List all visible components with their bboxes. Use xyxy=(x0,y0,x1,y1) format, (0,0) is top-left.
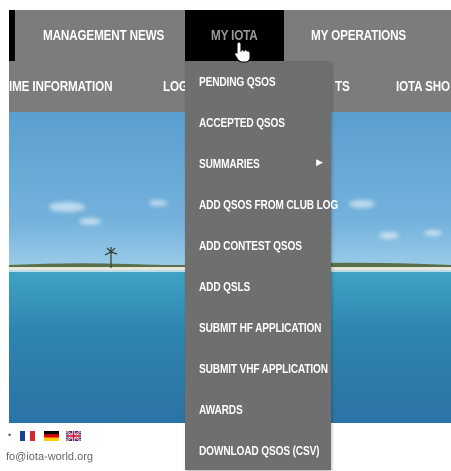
menu-item-label: ADD QSOS FROM CLUB LOG xyxy=(199,197,339,212)
france-flag-icon[interactable] xyxy=(20,431,35,441)
menu-item-summaries[interactable]: SUMMARIES ▶ xyxy=(185,143,331,184)
menu-item-pending-qsos[interactable]: PENDING QSOS xyxy=(185,61,331,102)
nav-item-ts[interactable]: TS xyxy=(335,78,350,95)
menu-item-add-contest-qsos[interactable]: ADD CONTEST QSOS xyxy=(185,225,331,266)
menu-item-label: SUMMARIES xyxy=(199,156,260,171)
menu-item-submit-hf-application[interactable]: SUBMIT HF APPLICATION xyxy=(185,307,331,348)
chevron-right-icon: ▶ xyxy=(316,157,323,167)
menu-item-add-qsls[interactable]: ADD QSLS xyxy=(185,266,331,307)
menu-item-label: ADD CONTEST QSOS xyxy=(199,238,302,253)
menu-item-label: SUBMIT HF APPLICATION xyxy=(199,320,322,335)
menu-item-label: PENDING QSOS xyxy=(199,74,276,89)
menu-item-label: SUBMIT VHF APPLICATION xyxy=(199,361,328,376)
my-iota-dropdown: PENDING QSOS ACCEPTED QSOS SUMMARIES ▶ A… xyxy=(185,61,338,471)
uk-flag-icon[interactable] xyxy=(66,431,81,441)
palm-tree-icon xyxy=(104,247,118,268)
menu-item-submit-vhf-application[interactable]: SUBMIT VHF APPLICATION xyxy=(185,348,331,389)
nav-item-management-news[interactable]: MANAGEMENT NEWS xyxy=(43,27,164,44)
primary-nav: MANAGEMENT NEWS MY IOTA MY OPERATIONS xyxy=(9,10,451,61)
nav-edge xyxy=(9,10,15,61)
hand-cursor-icon xyxy=(234,41,251,63)
nav-item-ime-information[interactable]: IME INFORMATION xyxy=(9,78,113,95)
nav-item-my-operations[interactable]: MY OPERATIONS xyxy=(311,27,406,44)
germany-flag-icon[interactable] xyxy=(44,431,59,441)
nav-item-iota-shop[interactable]: IOTA SHO xyxy=(396,78,450,95)
contact-email[interactable]: fo@iota-world.org xyxy=(6,451,93,463)
menu-item-add-qsos-from-club-log[interactable]: ADD QSOS FROM CLUB LOG xyxy=(185,184,338,225)
menu-item-label: ACCEPTED QSOS xyxy=(199,115,285,130)
menu-item-download-qsos-csv[interactable]: DOWNLOAD QSOS (CSV) xyxy=(185,430,331,471)
menu-item-awards[interactable]: AWARDS xyxy=(185,389,331,430)
menu-item-label: DOWNLOAD QSOS (CSV) xyxy=(199,443,320,458)
menu-item-label: ADD QSLS xyxy=(199,279,251,294)
menu-item-label: AWARDS xyxy=(199,402,243,417)
menu-item-accepted-qsos[interactable]: ACCEPTED QSOS xyxy=(185,102,331,143)
bullet: • xyxy=(8,430,12,440)
